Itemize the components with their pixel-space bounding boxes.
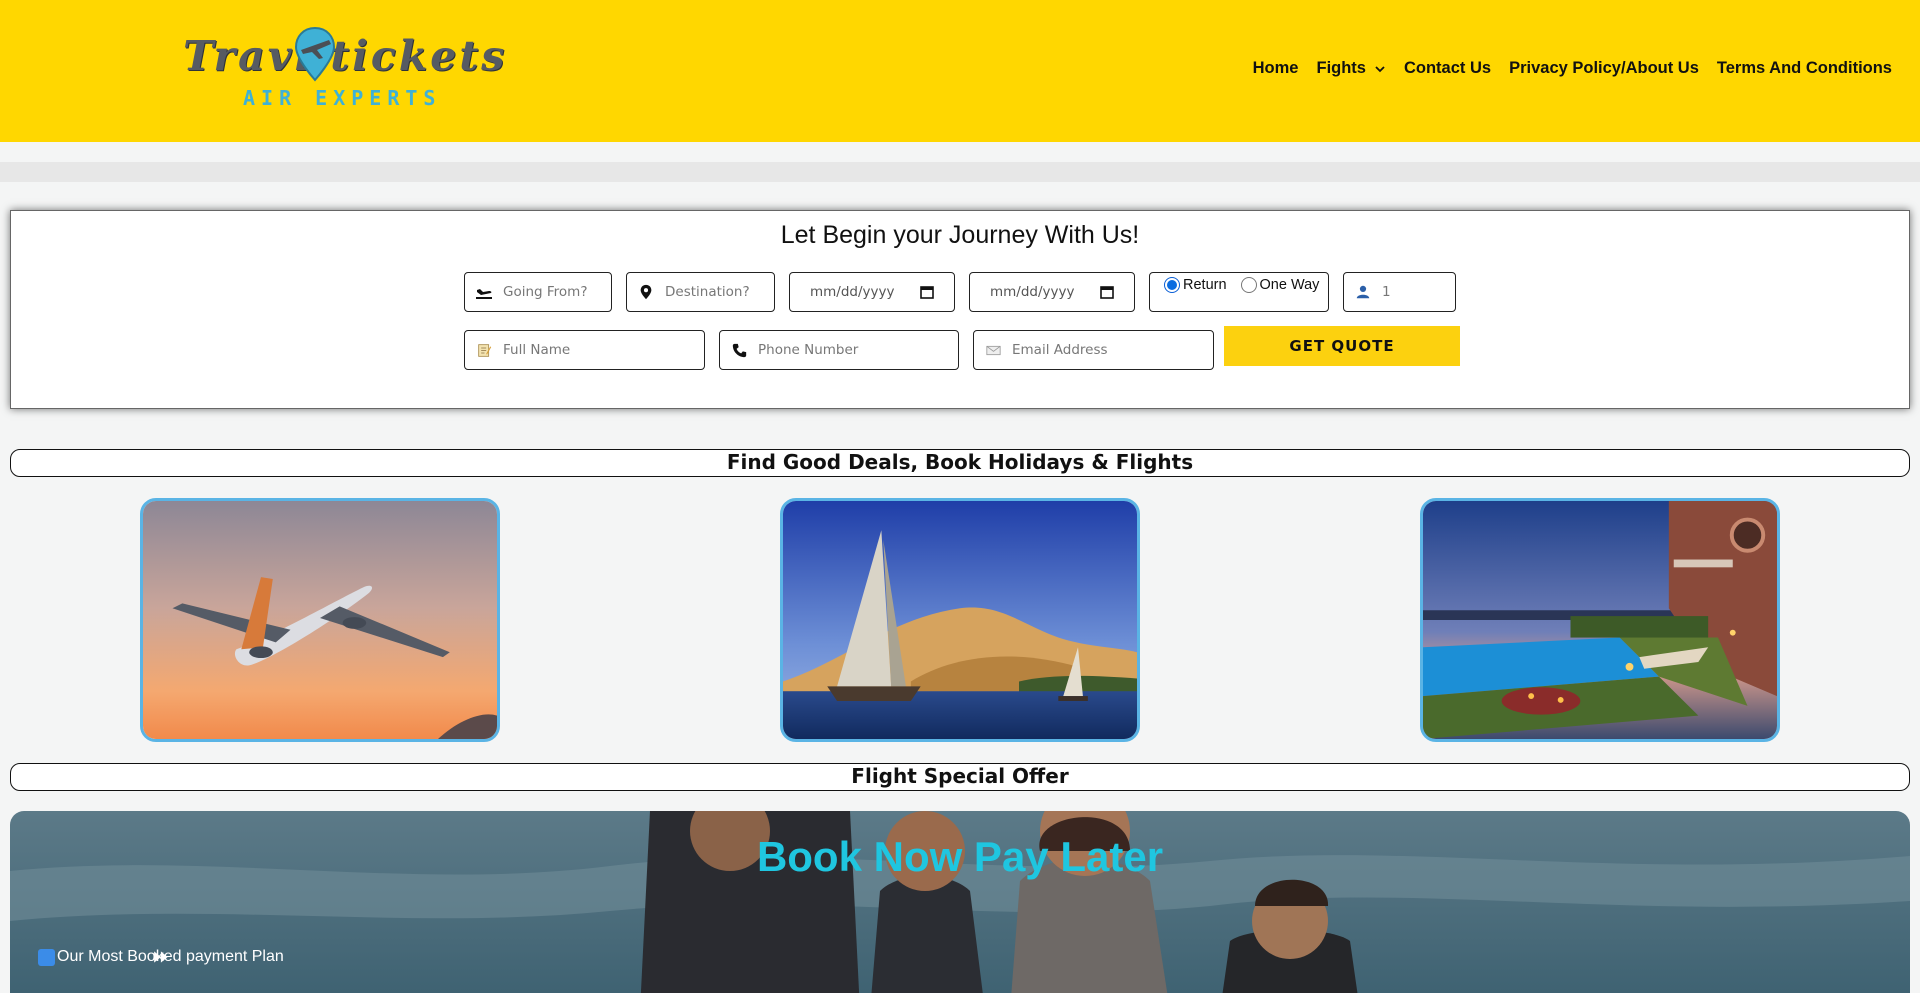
- destination-input[interactable]: Destination?: [626, 272, 775, 312]
- passengers-input[interactable]: 1: [1343, 272, 1456, 312]
- memo-icon: [475, 341, 493, 359]
- person-icon: [1354, 283, 1372, 301]
- envelope-icon: [984, 341, 1002, 359]
- sailboat-river-image: [783, 501, 1137, 739]
- plane-departure-icon: [475, 283, 493, 301]
- depart-date-input[interactable]: mm/dd/yyyy: [789, 272, 955, 312]
- nav-home[interactable]: Home: [1253, 59, 1299, 78]
- site-logo[interactable]: Travl tickets AIR EXPERTS: [183, 20, 504, 120]
- going-from-input[interactable]: Going From?: [464, 272, 612, 312]
- phone-icon: [730, 341, 748, 359]
- get-quote-button[interactable]: GET QUOTE: [1224, 326, 1460, 366]
- return-radio[interactable]: Return: [1164, 277, 1227, 293]
- location-pin-icon: [294, 26, 336, 82]
- full-name-input[interactable]: Full Name: [464, 330, 705, 370]
- divider-bar: [0, 162, 1920, 182]
- deal-card-sailboat[interactable]: [780, 498, 1140, 742]
- email-input[interactable]: Email Address: [973, 330, 1214, 370]
- offer-banner-subtitle: Our Most Booked payment Plan: [38, 948, 284, 966]
- deal-card-villa[interactable]: [1420, 498, 1780, 742]
- trip-type-group: Return One Way: [1149, 272, 1329, 312]
- nav-terms[interactable]: Terms And Conditions: [1717, 59, 1892, 78]
- offer-heading: Flight Special Offer: [10, 763, 1910, 791]
- booking-title: Let Begin your Journey With Us!: [780, 221, 1140, 249]
- phone-input[interactable]: Phone Number: [719, 330, 959, 370]
- fast-forward-icon: [38, 948, 168, 966]
- airplane-sunset-image: [143, 501, 497, 739]
- nav-privacy-policy[interactable]: Privacy Policy/About Us: [1509, 59, 1699, 78]
- calendar-icon[interactable]: [1100, 285, 1114, 299]
- map-marker-icon: [637, 283, 655, 301]
- one-way-radio[interactable]: One Way: [1240, 277, 1319, 293]
- offer-banner-title: Book Now Pay Later: [756, 833, 1164, 880]
- villa-pool-image: [1423, 501, 1777, 739]
- offer-banner[interactable]: Book Now Pay Later Our Most Booked payme…: [10, 811, 1910, 993]
- return-date-input[interactable]: mm/dd/yyyy: [969, 272, 1135, 312]
- deal-card-airplane[interactable]: [140, 498, 500, 742]
- radio-indicator[interactable]: [1240, 277, 1257, 293]
- radio-selected-indicator[interactable]: [1164, 277, 1180, 293]
- nav-contact-us[interactable]: Contact Us: [1404, 59, 1491, 78]
- calendar-icon[interactable]: [920, 285, 934, 299]
- logo-tagline: AIR EXPERTS: [243, 86, 442, 110]
- main-nav: Home Fights Contact Us Privacy Policy/Ab…: [1253, 59, 1892, 78]
- deals-heading: Find Good Deals, Book Holidays & Flights: [10, 449, 1910, 477]
- booking-form: Let Begin your Journey With Us!: [10, 210, 1910, 409]
- logo-wordmark: Travl tickets: [183, 32, 508, 80]
- site-header: Travl tickets AIR EXPERTS Home Fights Co…: [0, 0, 1920, 142]
- chevron-down-icon: [1375, 65, 1385, 72]
- nav-flights-dropdown[interactable]: Fights: [1316, 59, 1386, 78]
